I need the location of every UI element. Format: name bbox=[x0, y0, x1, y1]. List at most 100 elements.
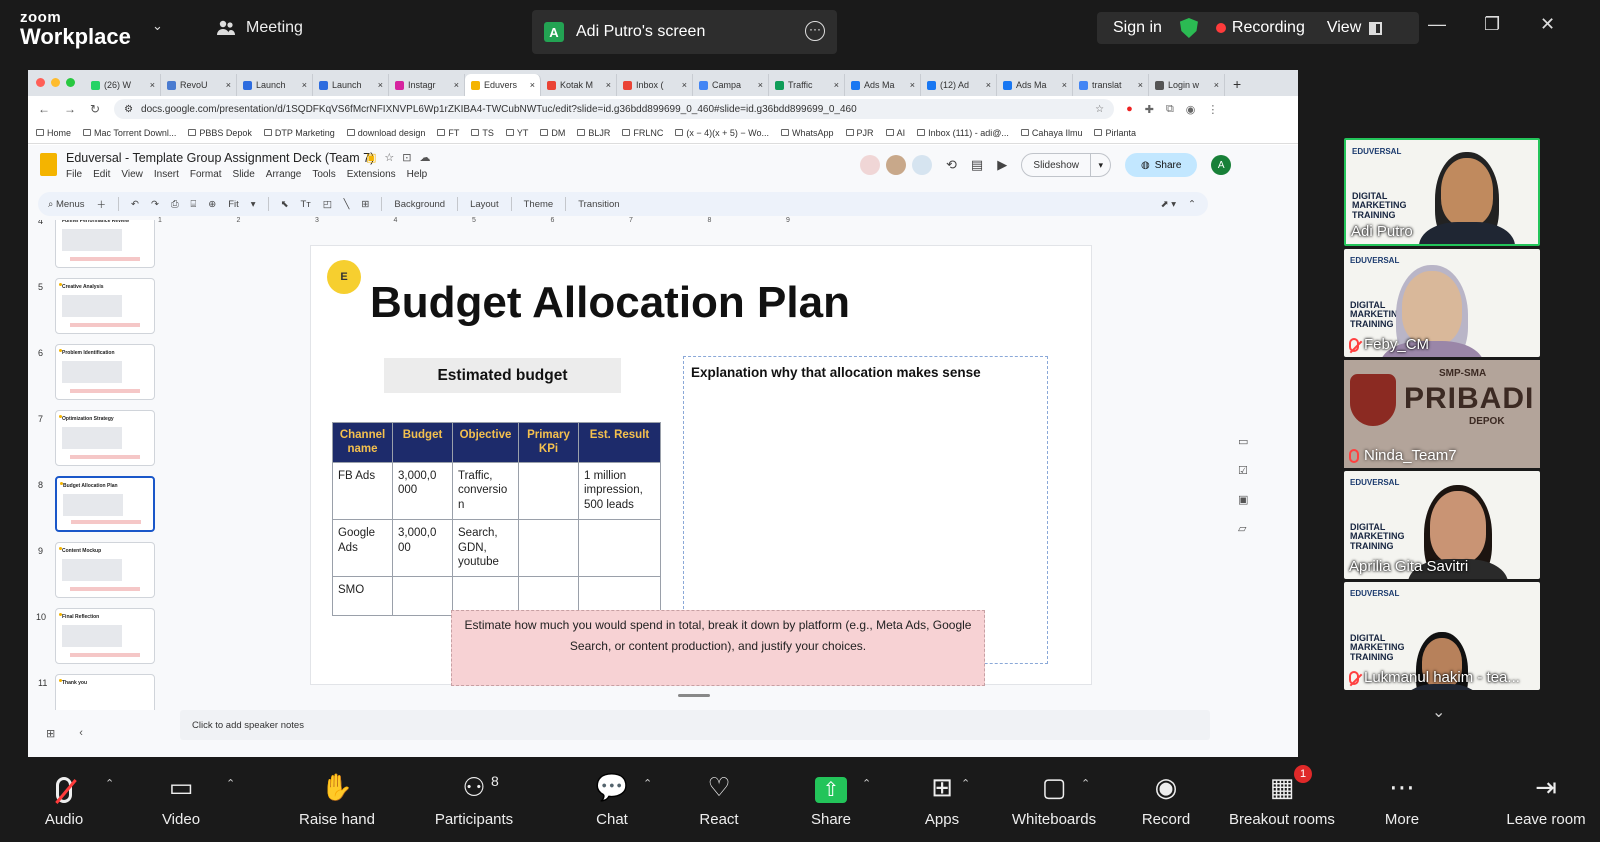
menu-item-view[interactable]: View bbox=[121, 169, 143, 180]
chat-button[interactable]: 💬 Chat bbox=[557, 757, 667, 842]
raise-hand-button[interactable]: ✋ Raise hand bbox=[282, 757, 392, 842]
document-badge-icon[interactable]: ▣ bbox=[366, 151, 376, 164]
restore-icon[interactable]: ❐ bbox=[1484, 14, 1500, 35]
opera-extension-icon[interactable]: ● bbox=[1126, 103, 1133, 116]
browser-tab[interactable]: Launch × bbox=[237, 74, 313, 96]
layout-button[interactable]: Layout bbox=[470, 199, 499, 210]
table-cell[interactable]: 3,000,0 00 bbox=[392, 518, 453, 578]
bookmark-item[interactable]: PJR bbox=[845, 128, 874, 138]
bookmark-item[interactable]: DTP Marketing bbox=[263, 128, 335, 138]
image-icon[interactable]: ◰ bbox=[323, 199, 332, 210]
account-avatar[interactable]: A bbox=[1211, 155, 1232, 175]
tasks-icon[interactable]: ☑ bbox=[1238, 464, 1248, 477]
zoom-icon[interactable]: ⊕ bbox=[208, 199, 216, 210]
menu-kebab-icon[interactable]: ⋮ bbox=[1207, 103, 1218, 116]
cloud-status-icon[interactable]: ☁ bbox=[420, 151, 431, 164]
collapse-toolbar-icon[interactable]: ⌃ bbox=[1188, 199, 1196, 210]
table-cell[interactable] bbox=[578, 518, 661, 578]
slideshow-dropdown-icon[interactable]: ▾ bbox=[1091, 153, 1112, 177]
minimize-dot-icon[interactable] bbox=[51, 78, 60, 87]
caret-up-icon[interactable]: ⌃ bbox=[862, 777, 871, 790]
collaborator-avatar[interactable] bbox=[886, 155, 906, 175]
bookmark-item[interactable]: download design bbox=[346, 128, 425, 138]
new-slide-icon[interactable]: ＋ bbox=[96, 197, 106, 211]
table-cell[interactable] bbox=[518, 518, 579, 578]
bookmark-item[interactable]: Pirlanta bbox=[1094, 128, 1136, 138]
bookmark-item[interactable]: TS bbox=[471, 128, 494, 138]
grid-view-icon[interactable]: ⊞ bbox=[46, 727, 55, 740]
caret-up-icon[interactable]: ⌃ bbox=[226, 777, 235, 790]
table-cell[interactable]: 3,000,0 000 bbox=[392, 461, 453, 520]
back-icon[interactable]: ← bbox=[38, 102, 50, 116]
star-icon[interactable]: ☆ bbox=[384, 151, 394, 164]
collapse-filmstrip-icon[interactable]: ‹ bbox=[79, 727, 83, 740]
slide-thumbnail[interactable]: Problem Identification bbox=[55, 344, 155, 400]
menu-item-insert[interactable]: Insert bbox=[154, 169, 179, 180]
view-button[interactable]: View bbox=[1327, 19, 1361, 37]
tab-close-icon[interactable]: × bbox=[1138, 80, 1143, 90]
browser-tab[interactable]: Kotak M × bbox=[541, 74, 617, 96]
meet-icon[interactable]: ▶ bbox=[997, 157, 1007, 173]
browser-tab[interactable]: Launch × bbox=[313, 74, 389, 96]
menu-item-tools[interactable]: Tools bbox=[312, 169, 335, 180]
video-button[interactable]: ▭ Video bbox=[126, 757, 236, 842]
audio-button[interactable]: Audio bbox=[9, 757, 119, 842]
tab-close-icon[interactable]: × bbox=[226, 80, 231, 90]
move-folder-icon[interactable]: ⊡ bbox=[402, 151, 411, 164]
browser-tab[interactable]: Eduvers × bbox=[465, 74, 541, 96]
browser-tab[interactable]: Ads Ma × bbox=[997, 74, 1073, 96]
tab-close-icon[interactable]: × bbox=[834, 80, 839, 90]
menu-item-extensions[interactable]: Extensions bbox=[347, 169, 396, 180]
background-button[interactable]: Background bbox=[394, 199, 445, 210]
bookmark-item[interactable]: Cahaya Ilmu bbox=[1020, 128, 1082, 138]
bookmark-item[interactable]: Home bbox=[36, 128, 71, 138]
bookmark-item[interactable]: FRLNC bbox=[622, 128, 663, 138]
print-icon[interactable]: ⎙ bbox=[171, 199, 179, 210]
browser-tab[interactable]: translat × bbox=[1073, 74, 1149, 96]
slide-canvas[interactable]: E Budget Allocation Plan Estimated budge… bbox=[310, 245, 1092, 686]
table-header-cell[interactable]: Budget bbox=[392, 422, 453, 463]
bookmark-item[interactable]: FT bbox=[437, 128, 459, 138]
notes-resize-handle[interactable] bbox=[678, 694, 710, 697]
tab-close-icon[interactable]: × bbox=[758, 80, 763, 90]
reload-icon[interactable]: ↻ bbox=[90, 102, 100, 116]
tab-close-icon[interactable]: × bbox=[606, 80, 611, 90]
whiteboards-button[interactable]: ▢ Whiteboards bbox=[999, 757, 1109, 842]
participant-video-tile[interactable]: EDUVERSAL DIGITAL MARKETING TRAINING Feby_… bbox=[1344, 249, 1540, 357]
bookmark-item[interactable]: DM bbox=[540, 128, 565, 138]
tab-close-icon[interactable]: × bbox=[986, 80, 991, 90]
share-button[interactable]: ⇧ Share bbox=[776, 757, 886, 842]
browser-tab[interactable]: (12) Ad × bbox=[921, 74, 997, 96]
comments-icon[interactable]: ▤ bbox=[971, 157, 983, 173]
select-tool-icon[interactable]: ⬉ bbox=[281, 199, 289, 210]
tab-close-icon[interactable]: × bbox=[910, 80, 915, 90]
participant-video-tile[interactable]: EDUVERSAL DIGITAL MARKETING TRAINING April… bbox=[1344, 471, 1540, 579]
caret-up-icon[interactable]: ⌃ bbox=[1081, 777, 1090, 790]
menu-item-slide[interactable]: Slide bbox=[233, 169, 255, 180]
browser-tab[interactable]: (26) W × bbox=[85, 74, 161, 96]
chevron-down-icon[interactable]: ⌄ bbox=[152, 18, 163, 34]
breakout-rooms-button[interactable]: ▦ Breakout rooms 1 bbox=[1227, 757, 1337, 842]
table-cell[interactable] bbox=[518, 461, 579, 520]
profile-icon[interactable]: ◉ bbox=[1186, 103, 1196, 116]
bookmark-item[interactable]: PBBS Depok bbox=[188, 128, 252, 138]
table-cell[interactable] bbox=[392, 576, 453, 617]
slide-thumbnail[interactable]: Final Reflection bbox=[55, 608, 155, 664]
bookmark-item[interactable]: WhatsApp bbox=[781, 128, 834, 138]
slide-title[interactable]: Budget Allocation Plan bbox=[370, 278, 850, 328]
more-options-icon[interactable]: ··· bbox=[805, 21, 825, 41]
zoom-select[interactable]: Fit bbox=[228, 199, 239, 210]
table-header-cell[interactable]: Primary KPi bbox=[518, 422, 579, 463]
table-cell[interactable]: Traffic, conversio n bbox=[452, 461, 519, 520]
search-menus[interactable]: ⌕ Menus bbox=[48, 199, 84, 210]
drive-icon[interactable]: ▱ bbox=[1238, 522, 1248, 535]
puzzle-icon[interactable]: ⧉ bbox=[1166, 103, 1174, 116]
collaborator-avatar[interactable] bbox=[912, 155, 932, 175]
new-tab-icon[interactable]: + bbox=[1225, 76, 1241, 96]
keep-icon[interactable]: ▭ bbox=[1238, 435, 1248, 448]
record-button[interactable]: ◉ Record bbox=[1111, 757, 1221, 842]
tab-close-icon[interactable]: × bbox=[682, 80, 687, 90]
react-button[interactable]: ♡ React bbox=[664, 757, 774, 842]
recording-indicator[interactable]: Recording bbox=[1232, 19, 1305, 37]
tab-close-icon[interactable]: × bbox=[378, 80, 383, 90]
